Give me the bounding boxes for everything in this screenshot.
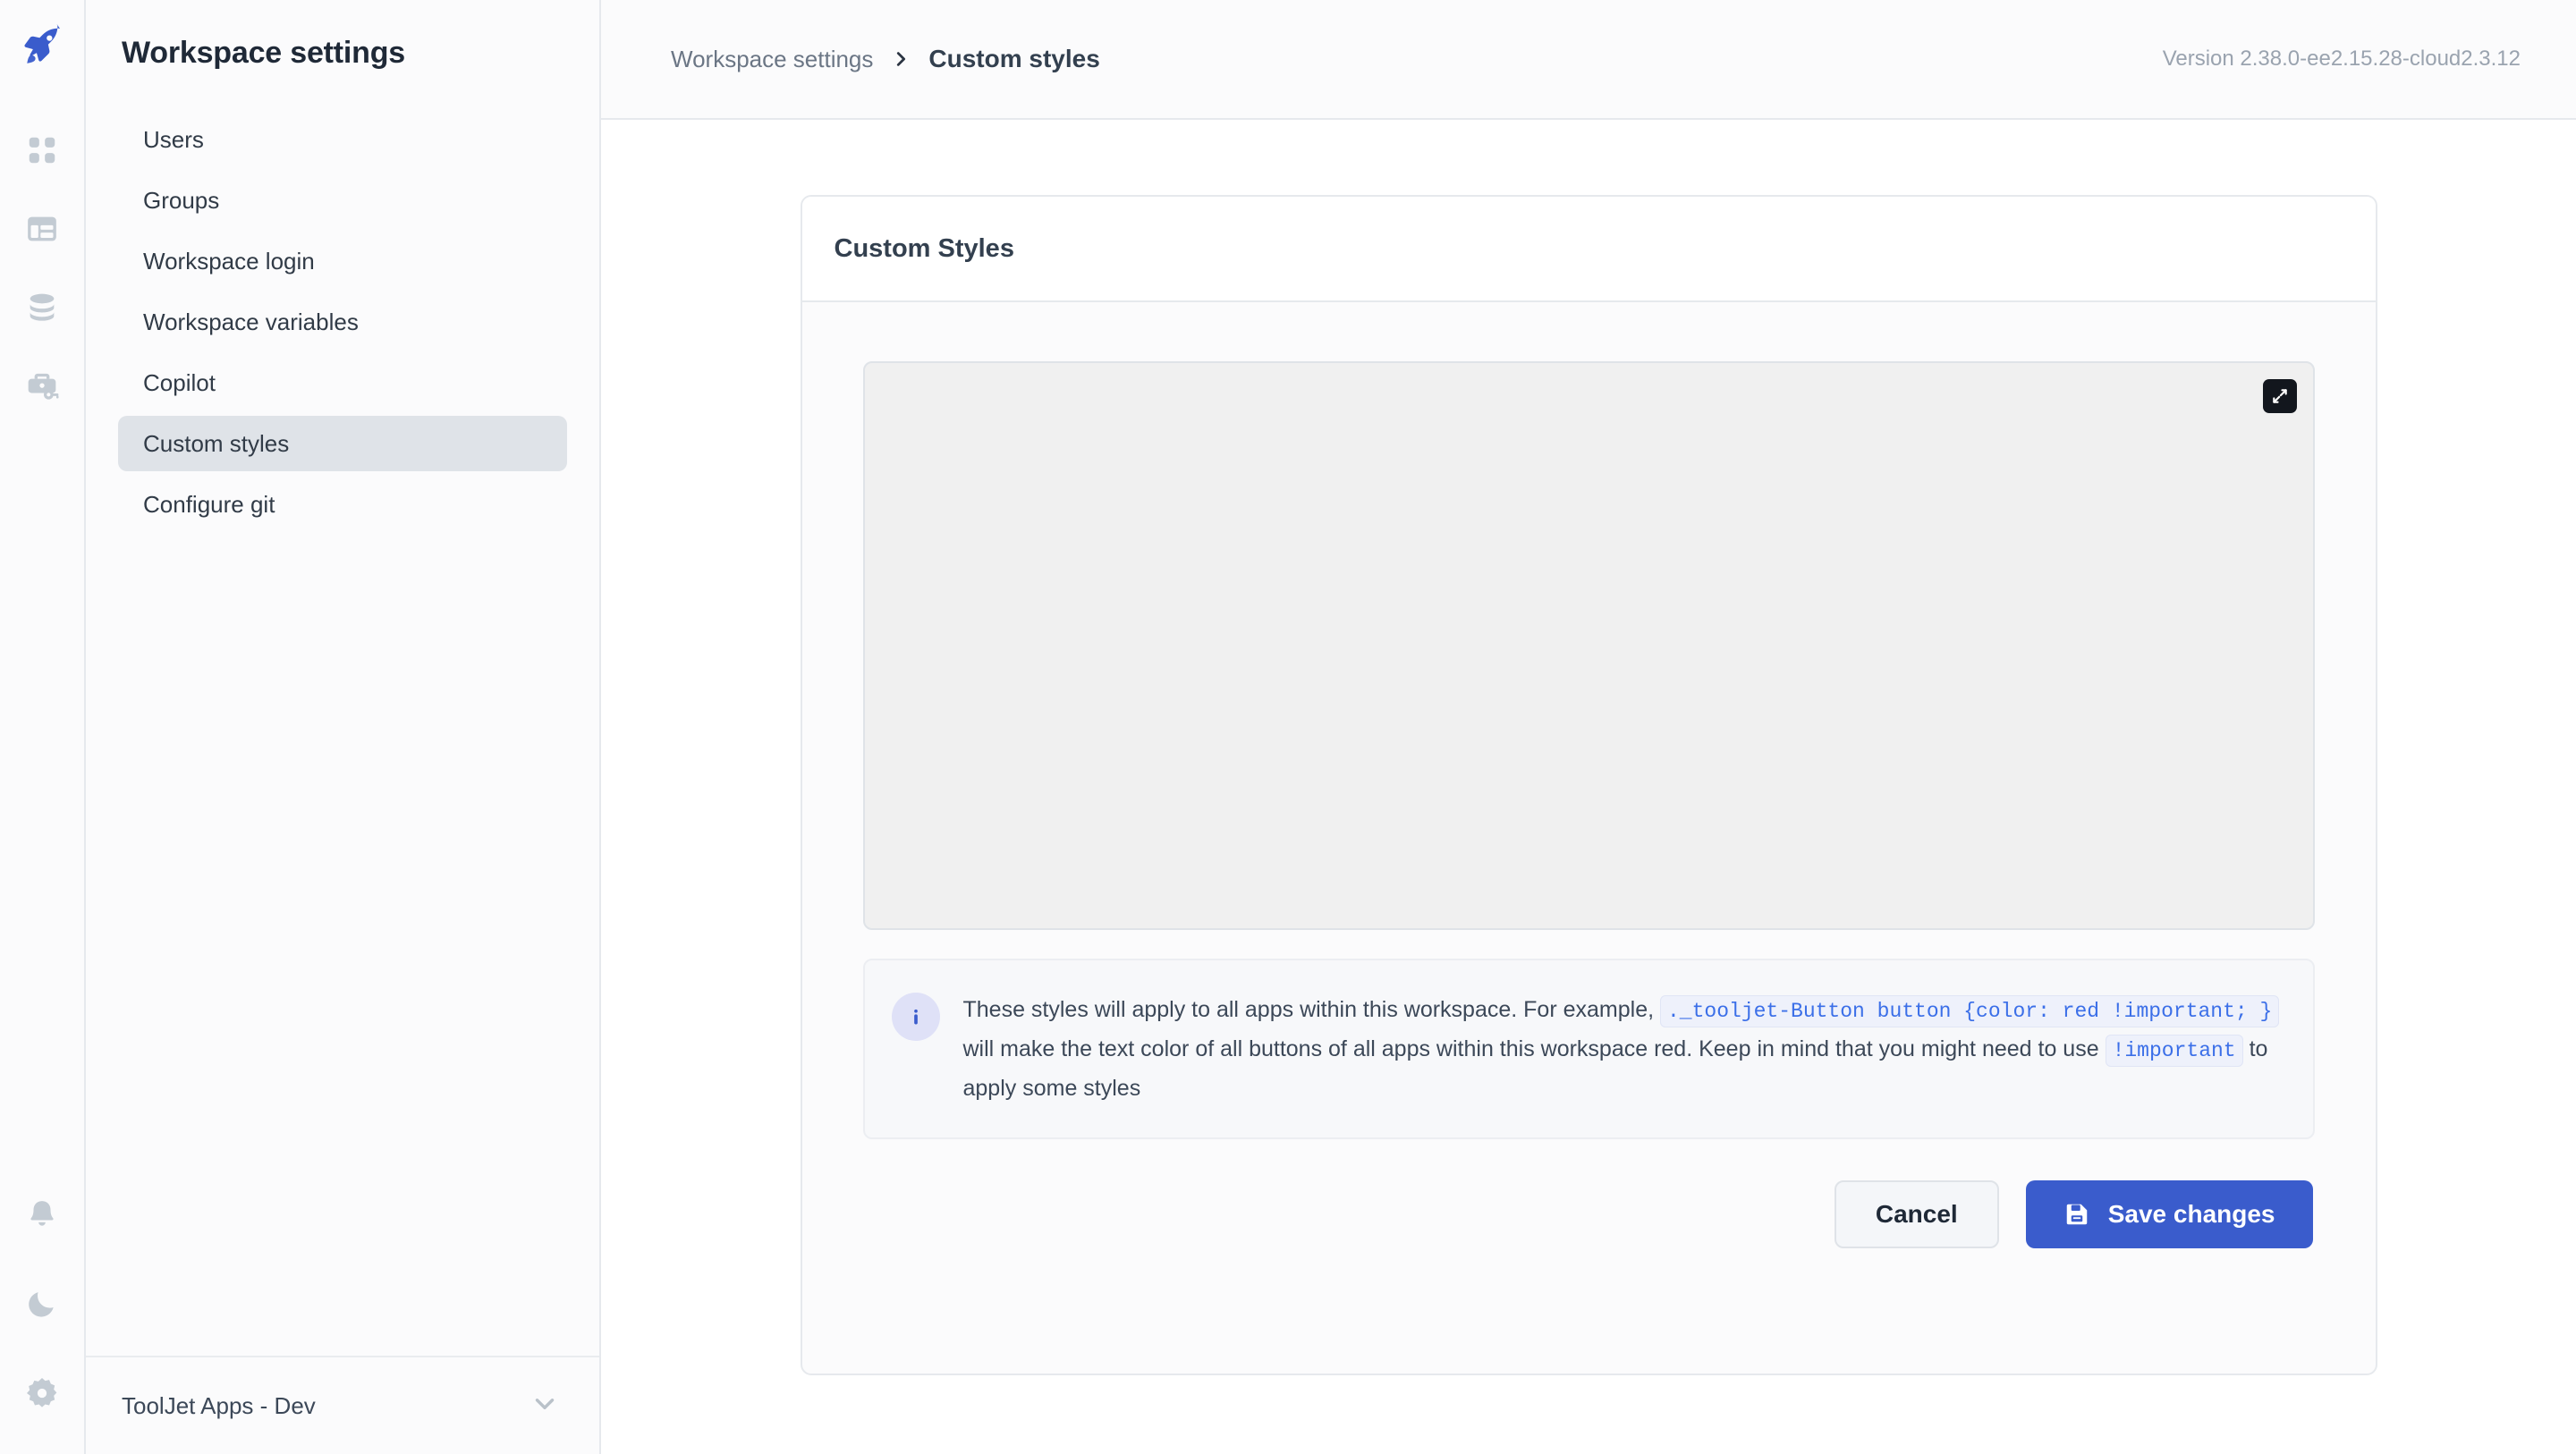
custom-styles-code-editor[interactable] xyxy=(863,361,2315,930)
breadcrumb: Workspace settings Custom styles xyxy=(671,45,1100,73)
version-label: Version 2.38.0-ee2.15.28-cloud2.3.12 xyxy=(2163,46,2521,72)
info-callout-text: These styles will apply to all apps with… xyxy=(963,991,2283,1107)
main-area: Workspace settings Custom styles Version… xyxy=(601,0,2576,1454)
sidebar-item-custom-styles[interactable]: Custom styles xyxy=(118,416,567,471)
page-title: Custom Styles xyxy=(835,234,1014,264)
cancel-button-label: Cancel xyxy=(1876,1200,1958,1229)
save-changes-button[interactable]: Save changes xyxy=(2026,1180,2313,1248)
settings-sidebar: Workspace settings Users Groups Workspac… xyxy=(86,0,601,1454)
sidebar-item-label: Workspace variables xyxy=(143,309,359,336)
notifications-bell-icon[interactable] xyxy=(21,1193,64,1236)
custom-styles-card: Custom Styles xyxy=(801,195,2377,1375)
database-icon[interactable] xyxy=(21,286,64,329)
card-body: These styles will apply to all apps with… xyxy=(802,302,2376,1374)
sidebar-item-workspace-login[interactable]: Workspace login xyxy=(118,233,567,289)
icon-rail xyxy=(0,0,86,1454)
info-callout: These styles will apply to all apps with… xyxy=(863,959,2315,1139)
sidebar-item-label: Groups xyxy=(143,187,219,215)
rail-bottom-icon-group xyxy=(0,1193,84,1415)
settings-gear-icon[interactable] xyxy=(21,1372,64,1415)
rocket-icon[interactable] xyxy=(17,21,67,72)
sidebar-item-label: Users xyxy=(143,126,204,154)
info-code-example-1: ._tooljet-Button button {color: red !imp… xyxy=(1660,995,2279,1027)
card-header: Custom Styles xyxy=(802,197,2376,302)
sidebar-item-label: Copilot xyxy=(143,369,216,397)
cancel-button[interactable]: Cancel xyxy=(1835,1180,1999,1248)
info-text-part-1: These styles will apply to all apps with… xyxy=(963,997,1655,1022)
floppy-disk-save-icon xyxy=(2063,1201,2090,1228)
workspace-constants-icon[interactable] xyxy=(21,365,64,408)
sidebar-item-label: Configure git xyxy=(143,491,275,519)
breadcrumb-current: Custom styles xyxy=(928,45,1099,73)
sidebar-item-copilot[interactable]: Copilot xyxy=(118,355,567,410)
sidebar-title: Workspace settings xyxy=(86,0,599,71)
sidebar-item-groups[interactable]: Groups xyxy=(118,173,567,228)
chevron-right-icon xyxy=(891,49,911,69)
layout-template-icon[interactable] xyxy=(21,207,64,250)
workspace-name: ToolJet Apps - Dev xyxy=(122,1392,316,1420)
content-region: Custom Styles xyxy=(601,120,2576,1454)
sidebar-item-label: Workspace login xyxy=(143,248,315,275)
sidebar-item-workspace-variables[interactable]: Workspace variables xyxy=(118,294,567,350)
dark-mode-moon-icon[interactable] xyxy=(21,1282,64,1325)
info-text-part-2: will make the text color of all buttons … xyxy=(963,1036,2099,1061)
card-actions: Cancel Save changes xyxy=(863,1180,2315,1248)
sidebar-menu: Users Groups Workspace login Workspace v… xyxy=(86,112,599,537)
sidebar-item-label: Custom styles xyxy=(143,430,289,458)
expand-maximize-icon[interactable] xyxy=(2263,379,2297,413)
breadcrumb-parent-link[interactable]: Workspace settings xyxy=(671,46,873,73)
rail-top-icon-group xyxy=(21,129,64,408)
info-circle-icon xyxy=(892,993,940,1041)
sidebar-item-configure-git[interactable]: Configure git xyxy=(118,477,567,532)
top-bar: Workspace settings Custom styles Version… xyxy=(601,0,2576,120)
chevron-down-icon xyxy=(530,1389,560,1424)
apps-grid-icon[interactable] xyxy=(21,129,64,172)
save-button-label: Save changes xyxy=(2108,1200,2275,1229)
info-code-example-2: !important xyxy=(2106,1035,2243,1067)
sidebar-item-users[interactable]: Users xyxy=(118,112,567,167)
workspace-switcher[interactable]: ToolJet Apps - Dev xyxy=(86,1356,599,1454)
app-root: Workspace settings Users Groups Workspac… xyxy=(0,0,2576,1454)
